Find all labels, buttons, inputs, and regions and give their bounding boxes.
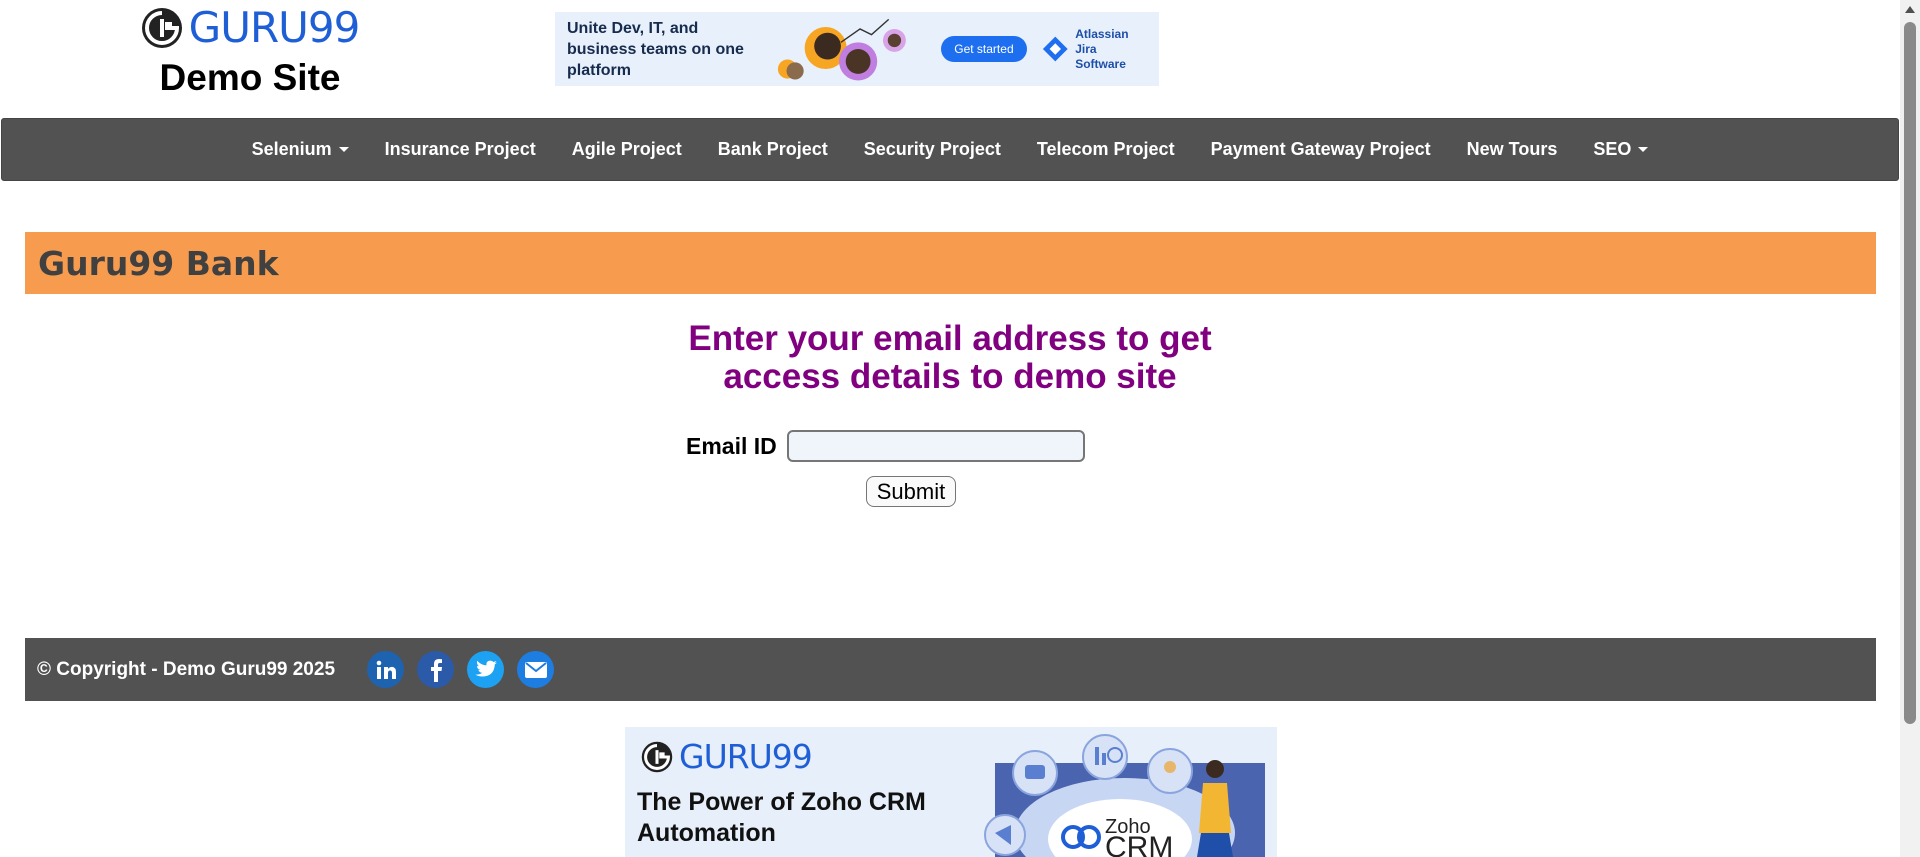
logo-subtitle: Demo Site [159, 57, 341, 98]
site-logo[interactable]: GURU99 Demo Site [140, 4, 360, 100]
page-title: Guru99 Bank [38, 243, 279, 283]
submit-button[interactable]: Submit [866, 476, 956, 507]
crm-text: CRM [1105, 831, 1173, 857]
crm-illustration-icon: Zoho CRM [984, 734, 1265, 857]
bottom-ad-logo-text: GURU99 [679, 737, 813, 776]
people-illustration-icon [777, 18, 906, 81]
top-ad-text: Unite Dev, IT, and business teams on one… [567, 19, 744, 79]
guru99-logo-icon [641, 741, 673, 772]
logo-text: GURU99 [188, 3, 361, 52]
get-started-button[interactable]: Get started [941, 36, 1027, 62]
scroll-thumb[interactable] [1904, 22, 1916, 724]
email-icon[interactable] [517, 651, 555, 688]
form-heading: Enter your email address to get access d… [0, 320, 1900, 396]
form-heading-line-1: Enter your email address to get [688, 319, 1212, 358]
nav-item-telecom-project[interactable]: Telecom Project [1019, 118, 1193, 181]
email-label: Email ID [686, 432, 777, 459]
twitter-icon[interactable] [467, 651, 505, 688]
top-advertisement[interactable]: Unite Dev, IT, and business teams on one… [555, 12, 1159, 86]
jira-diamond-icon [1042, 36, 1068, 62]
nav-item-selenium[interactable]: Selenium [234, 118, 367, 181]
guru99-logo-icon [141, 8, 182, 48]
chevron-down-icon [338, 147, 349, 152]
email-form-row: Email ID [686, 430, 1085, 462]
bank-banner: Guru99 Bank [25, 232, 1876, 294]
page: GURU99 Demo Site Unite Dev, IT, and busi… [0, 0, 1900, 857]
copyright-text: © Copyright - Demo Guru99 2025 [37, 658, 336, 680]
nav-item-security-project[interactable]: Security Project [846, 118, 1019, 181]
scroll-up-arrow-icon[interactable] [1905, 6, 1915, 13]
nav-item-seo[interactable]: SEO [1575, 118, 1666, 181]
brand-line-1: Atlassian [1075, 26, 1129, 41]
atlassian-brand: Atlassian Jira Software [1041, 27, 1147, 72]
nav-item-bank-project[interactable]: Bank Project [700, 118, 846, 181]
nav-item-insurance-project[interactable]: Insurance Project [367, 118, 554, 181]
vertical-scrollbar[interactable] [1900, 0, 1920, 857]
bottom-advertisement[interactable]: GURU99 The Power of Zoho CRM Automation … [625, 727, 1277, 857]
facebook-icon[interactable] [417, 651, 455, 688]
footer: © Copyright - Demo Guru99 2025 [25, 638, 1876, 701]
form-heading-line-2: access details to demo site [723, 357, 1177, 396]
nav-item-payment-gateway-project[interactable]: Payment Gateway Project [1193, 118, 1449, 181]
chevron-down-icon [1638, 147, 1649, 152]
brand-line-2: Jira Software [1075, 41, 1126, 71]
main-navbar: Selenium Insurance Project Agile Project… [1, 118, 1899, 181]
email-input[interactable] [786, 430, 1085, 462]
linkedin-icon[interactable] [367, 651, 405, 688]
bottom-ad-headline: The Power of Zoho CRM Automation [637, 788, 926, 847]
nav-item-agile-project[interactable]: Agile Project [554, 118, 700, 181]
nav-item-new-tours[interactable]: New Tours [1449, 118, 1576, 181]
